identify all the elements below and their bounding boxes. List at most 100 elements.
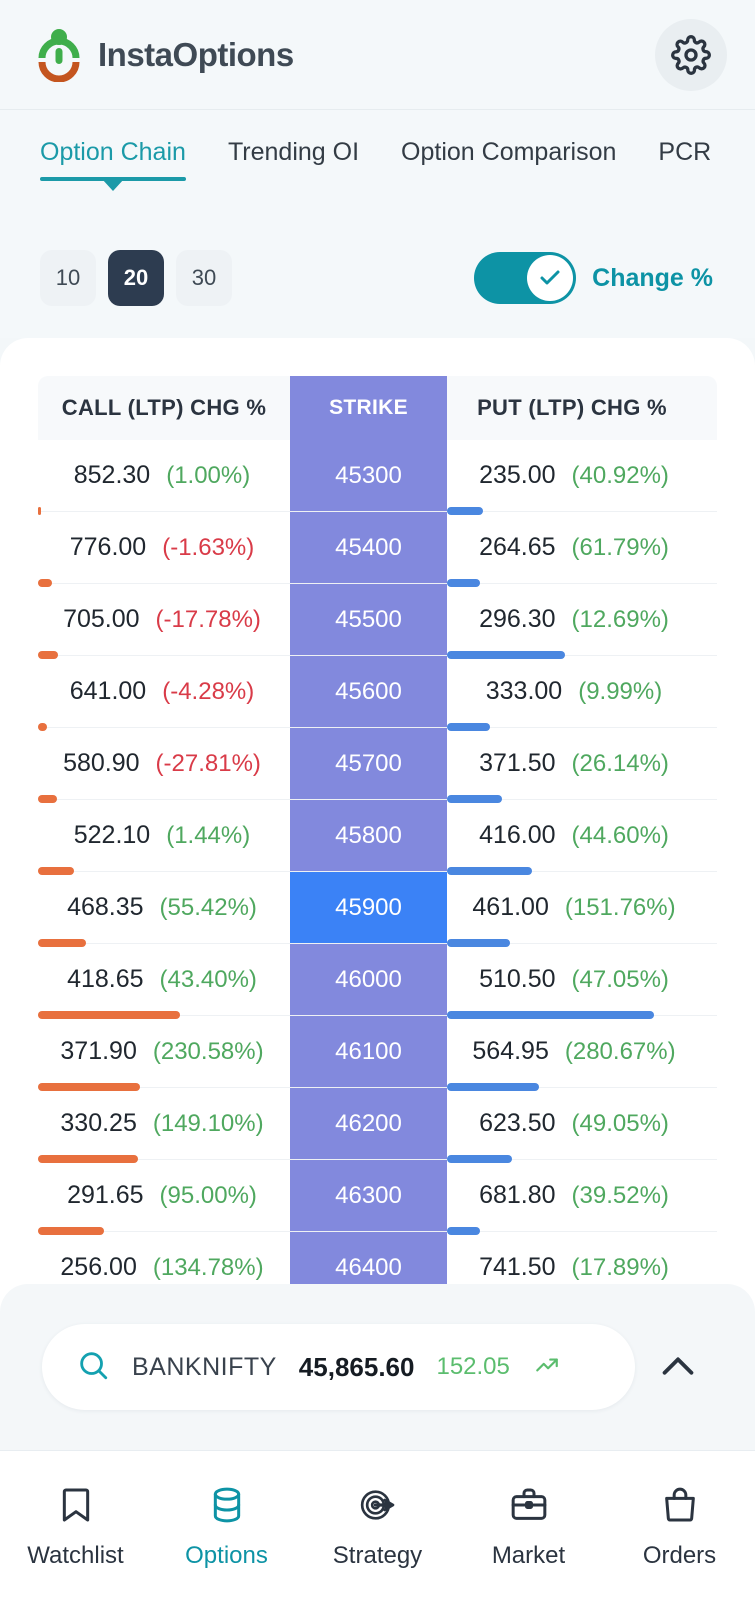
put-cell[interactable]: 296.30 (12.69%)	[447, 584, 697, 659]
put-ltp: 510.50	[479, 965, 556, 993]
call-cell[interactable]: 852.30 (1.00%)	[38, 440, 290, 515]
put-change: (40.92%)	[571, 461, 669, 489]
index-search-bar[interactable]: BANKNIFTY 45,865.60 152.05	[42, 1324, 635, 1410]
call-cell[interactable]: 580.90 (-27.81%)	[38, 728, 290, 803]
table-row[interactable]: 522.10 (1.44%) 45800 416.00 (44.60%)	[38, 800, 717, 875]
table-row[interactable]: 291.65 (95.00%) 46300 681.80 (39.52%)	[38, 1160, 717, 1235]
nav-item-market[interactable]: Market	[453, 1482, 604, 1570]
change-percent-toggle-group: Change %	[474, 252, 713, 304]
gear-icon[interactable]	[655, 18, 727, 91]
call-cell[interactable]: 522.10 (1.44%)	[38, 800, 290, 875]
tab-pcr[interactable]: PCR	[658, 138, 711, 189]
strike-value: 46300	[335, 1181, 402, 1209]
call-cell[interactable]: 641.00 (-4.28%)	[38, 656, 290, 731]
strike-value: 45600	[335, 677, 402, 705]
call-ltp: 852.30	[73, 461, 151, 489]
tab-bar: Option Chain Trending OI Option Comparis…	[0, 110, 755, 218]
put-cell[interactable]: 623.50 (49.05%)	[447, 1088, 697, 1163]
app-header: InstaOptions	[0, 0, 755, 110]
change-percent-toggle[interactable]	[474, 252, 577, 304]
call-change: (149.10%)	[152, 1109, 264, 1137]
strike-cell[interactable]: 46000	[290, 944, 447, 1015]
strike-cell[interactable]: 45600	[290, 656, 447, 727]
call-ltp: 371.90	[60, 1037, 137, 1065]
nav-item-options[interactable]: Options	[151, 1482, 302, 1570]
strike-count-10[interactable]: 10	[40, 250, 96, 306]
strike-cell-atm[interactable]: 45900	[290, 872, 447, 943]
strike-count-group: 10 20 30	[40, 250, 232, 306]
table-row[interactable]: 580.90 (-27.81%) 45700 371.50 (26.14%)	[38, 728, 717, 803]
call-ltp: 776.00	[69, 533, 147, 561]
strike-cell[interactable]: 45400	[290, 512, 447, 583]
call-ltp: 418.65	[67, 965, 144, 993]
table-row[interactable]: 468.35 (55.42%) 45900 461.00 (151.76%)	[38, 872, 717, 947]
header-call: CALL (LTP) CHG %	[61, 395, 267, 420]
put-cell[interactable]: 371.50 (26.14%)	[447, 728, 697, 803]
table-row[interactable]: 330.25 (149.10%) 46200 623.50 (49.05%)	[38, 1088, 717, 1163]
index-symbol: BANKNIFTY	[132, 1352, 277, 1381]
table-row[interactable]: 641.00 (-4.28%) 45600 333.00 (9.99%)	[38, 656, 717, 731]
call-ltp: 705.00	[63, 605, 140, 633]
nav-item-strategy[interactable]: Strategy	[302, 1482, 453, 1570]
strike-cell[interactable]: 45500	[290, 584, 447, 655]
nav-label: Orders	[642, 1541, 717, 1569]
table-row[interactable]: 776.00 (-1.63%) 45400 264.65 (61.79%)	[38, 512, 717, 587]
put-ltp: 564.95	[472, 1037, 549, 1065]
put-ltp: 741.50	[479, 1253, 556, 1281]
put-cell[interactable]: 416.00 (44.60%)	[447, 800, 697, 875]
shopping-bag-icon	[660, 1482, 700, 1528]
put-cell[interactable]: 681.80 (39.52%)	[447, 1160, 697, 1235]
search-icon	[76, 1348, 110, 1387]
put-cell[interactable]: 264.65 (61.79%)	[447, 512, 697, 587]
put-cell[interactable]: 333.00 (9.99%)	[447, 656, 697, 731]
call-cell[interactable]: 468.35 (55.42%)	[38, 872, 290, 947]
put-cell[interactable]: 235.00 (40.92%)	[447, 440, 697, 515]
call-cell[interactable]: 776.00 (-1.63%)	[38, 512, 290, 587]
call-cell[interactable]: 705.00 (-17.78%)	[38, 584, 290, 659]
put-cell[interactable]: 461.00 (151.76%)	[447, 872, 697, 947]
put-ltp: 333.00	[485, 677, 563, 705]
put-cell[interactable]: 510.50 (47.05%)	[447, 944, 697, 1019]
tab-option-chain[interactable]: Option Chain	[40, 138, 186, 191]
table-row[interactable]: 852.30 (1.00%) 45300 235.00 (40.92%)	[38, 440, 717, 515]
strike-cell[interactable]: 45800	[290, 800, 447, 871]
call-cell[interactable]: 291.65 (95.00%)	[38, 1160, 290, 1235]
put-cell[interactable]: 564.95 (280.67%)	[447, 1016, 697, 1091]
tab-option-comparison[interactable]: Option Comparison	[401, 138, 616, 189]
strike-cell[interactable]: 45300	[290, 440, 447, 511]
call-cell[interactable]: 418.65 (43.40%)	[38, 944, 290, 1019]
nav-item-orders[interactable]: Orders	[604, 1482, 755, 1570]
index-price: 45,865.60	[298, 1351, 415, 1382]
call-change: (55.42%)	[159, 893, 257, 921]
option-chain-card: CALL (LTP) CHG % STRIKE PUT (LTP) CHG % …	[0, 338, 755, 1450]
put-change: (26.14%)	[571, 749, 669, 777]
put-ltp: 681.80	[479, 1181, 556, 1209]
strike-cell[interactable]: 46200	[290, 1088, 447, 1159]
call-cell[interactable]: 330.25 (149.10%)	[38, 1088, 290, 1163]
table-row[interactable]: 418.65 (43.40%) 46000 510.50 (47.05%)	[38, 944, 717, 1019]
strike-cell[interactable]: 45700	[290, 728, 447, 799]
controls-bar: 10 20 30 Change %	[0, 218, 755, 338]
tab-trending-oi[interactable]: Trending OI	[228, 138, 359, 189]
strike-count-20[interactable]: 20	[108, 250, 164, 306]
call-ltp: 468.35	[67, 893, 144, 921]
strike-cell[interactable]: 46100	[290, 1016, 447, 1087]
index-change: 152.05	[436, 1353, 510, 1380]
strike-count-30[interactable]: 30	[176, 250, 232, 306]
call-ltp: 522.10	[73, 821, 151, 849]
call-change: (1.44%)	[166, 821, 251, 849]
put-change: (49.05%)	[571, 1109, 669, 1137]
target-icon	[358, 1482, 398, 1528]
call-change: (95.00%)	[159, 1181, 257, 1209]
call-cell[interactable]: 371.90 (230.58%)	[38, 1016, 290, 1091]
put-change: (44.60%)	[571, 821, 669, 849]
strike-value: 45900	[335, 893, 402, 921]
chevron-up-icon[interactable]	[635, 1324, 721, 1410]
strike-value: 46000	[335, 965, 402, 993]
strike-cell[interactable]: 46300	[290, 1160, 447, 1231]
nav-item-watchlist[interactable]: Watchlist	[0, 1482, 151, 1570]
call-change: (-4.28%)	[162, 677, 255, 705]
put-ltp: 623.50	[479, 1109, 556, 1137]
table-row[interactable]: 371.90 (230.58%) 46100 564.95 (280.67%)	[38, 1016, 717, 1091]
table-row[interactable]: 705.00 (-17.78%) 45500 296.30 (12.69%)	[38, 584, 717, 659]
